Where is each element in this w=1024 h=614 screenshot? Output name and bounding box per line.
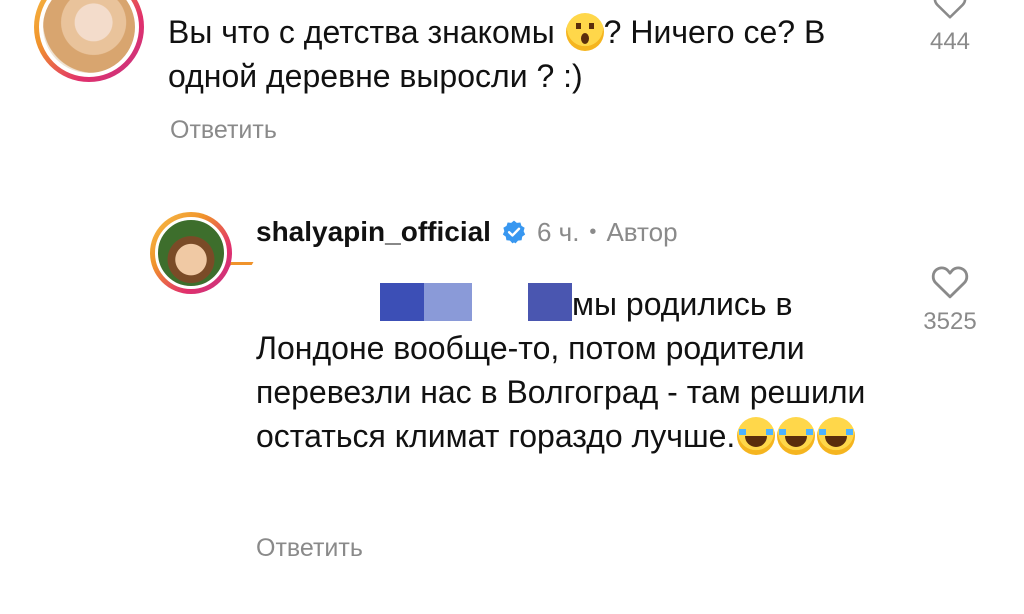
face-with-tears-of-joy-icon	[737, 417, 776, 455]
heart-icon[interactable]	[930, 262, 970, 300]
face-with-tears-of-joy-icon	[817, 417, 856, 455]
face-with-tears-of-joy-icon	[777, 417, 816, 455]
comment-2-username[interactable]: shalyapin_official	[256, 216, 491, 248]
comment-1-reply-button[interactable]: Ответить	[170, 116, 277, 145]
redaction-block	[528, 283, 572, 321]
comment-2-header: shalyapin_official 6 ч. • Автор	[256, 216, 678, 248]
comment-2-separator: •	[589, 220, 597, 243]
comment-1-text: Вы что с детства знакомы ? Ничего се? В …	[168, 10, 888, 98]
redaction-gap	[472, 283, 528, 321]
comment-1-like: 444	[910, 0, 990, 56]
comment-1-like-count: 444	[929, 28, 971, 55]
redaction-block	[380, 283, 424, 321]
comment-1-avatar[interactable]	[34, 0, 144, 82]
comment-2-like-count: 3525	[923, 308, 977, 335]
comment-2-like: 3525	[910, 262, 990, 336]
comment-1-text-part1: Вы что с детства знакомы	[168, 14, 564, 50]
avatar-image	[39, 0, 139, 77]
verified-badge-icon	[501, 219, 527, 245]
astonished-face-emoji-icon	[565, 13, 604, 51]
comment-2-author-badge: Автор	[606, 216, 678, 247]
avatar-image	[155, 217, 227, 289]
comment-2-reply-button[interactable]: Ответить	[256, 534, 363, 563]
redaction-gap	[256, 283, 380, 321]
heart-icon[interactable]	[932, 0, 968, 20]
comment-2-avatar[interactable]	[150, 212, 232, 294]
comment-2-timestamp: 6 ч.	[536, 216, 580, 247]
comment-2-text: мы родились в Лондоне вообще-то, потом р…	[256, 282, 896, 458]
redaction-block	[424, 283, 472, 321]
